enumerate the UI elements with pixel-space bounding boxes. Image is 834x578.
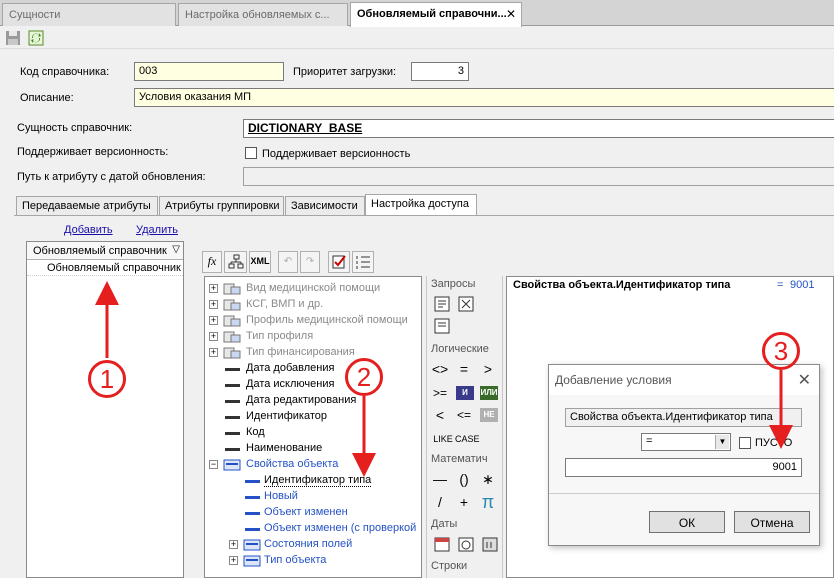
annotation-marker-1: 1 — [88, 360, 126, 398]
annotation-marker-3: 3 — [762, 332, 800, 370]
annotation-marker-2: 2 — [345, 358, 383, 396]
annotation-arrows — [95, 281, 793, 477]
